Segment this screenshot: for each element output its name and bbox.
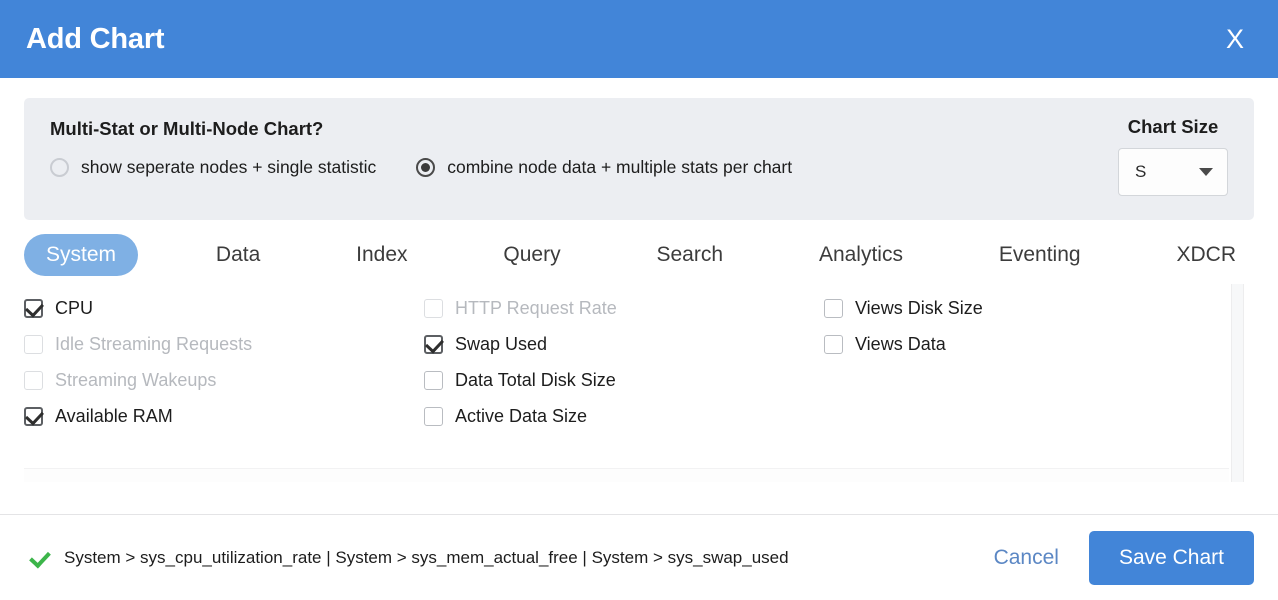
checkbox-row-views-disk-size[interactable]: Views Disk Size xyxy=(824,290,1254,326)
checkbox-icon-unchecked xyxy=(424,407,443,426)
checkbox-icon-unchecked xyxy=(824,335,843,354)
dialog-header: Add Chart X xyxy=(0,0,1278,78)
checkbox-label: Available RAM xyxy=(55,406,173,427)
checkbox-label: Swap Used xyxy=(455,334,547,355)
stats-column-1: CPU Idle Streaming Requests Streaming Wa… xyxy=(24,290,424,434)
tab-index[interactable]: Index xyxy=(338,234,425,276)
checkbox-icon-disabled xyxy=(24,371,43,390)
tab-eventing[interactable]: Eventing xyxy=(981,234,1099,276)
checkbox-row-idle-streaming-requests: Idle Streaming Requests xyxy=(24,326,424,362)
chart-size-label: Chart Size xyxy=(1118,116,1228,138)
checkbox-icon-unchecked xyxy=(824,299,843,318)
radio-label-separate-nodes: show seperate nodes + single statistic xyxy=(81,157,376,178)
tab-query[interactable]: Query xyxy=(485,234,578,276)
tab-analytics[interactable]: Analytics xyxy=(801,234,921,276)
checkbox-row-swap-used[interactable]: Swap Used xyxy=(424,326,824,362)
tab-xdcr[interactable]: XDCR xyxy=(1158,234,1254,276)
checkbox-label: Views Disk Size xyxy=(855,298,983,319)
close-icon[interactable]: X xyxy=(1220,24,1250,55)
checkbox-icon-checked xyxy=(24,407,43,426)
radio-option-separate-nodes[interactable]: show seperate nodes + single statistic xyxy=(50,157,376,178)
checkbox-row-available-ram[interactable]: Available RAM xyxy=(24,398,424,434)
checkbox-label: Idle Streaming Requests xyxy=(55,334,252,355)
checkbox-icon-checked xyxy=(24,299,43,318)
chart-options-panel: Multi-Stat or Multi-Node Chart? show sep… xyxy=(24,98,1254,220)
checkbox-row-active-data-size[interactable]: Active Data Size xyxy=(424,398,824,434)
chart-size-control: Chart Size S xyxy=(1118,116,1232,196)
add-chart-dialog: Add Chart X Multi-Stat or Multi-Node Cha… xyxy=(0,0,1278,600)
dialog-body: Multi-Stat or Multi-Node Chart? show sep… xyxy=(0,78,1278,514)
chart-size-select[interactable]: S xyxy=(1118,148,1228,196)
radio-label-combine-nodes: combine node data + multiple stats per c… xyxy=(447,157,792,178)
chart-size-value: S xyxy=(1135,162,1146,182)
cancel-button[interactable]: Cancel xyxy=(980,540,1073,576)
multi-stat-options: Multi-Stat or Multi-Node Chart? show sep… xyxy=(50,116,792,178)
checkbox-row-cpu[interactable]: CPU xyxy=(24,290,424,326)
checkbox-icon-checked xyxy=(424,335,443,354)
checkbox-row-streaming-wakeups: Streaming Wakeups xyxy=(24,362,424,398)
check-icon xyxy=(28,549,50,567)
checkbox-icon-disabled xyxy=(24,335,43,354)
tab-data[interactable]: Data xyxy=(198,234,278,276)
stats-checkbox-area: CPU Idle Streaming Requests Streaming Wa… xyxy=(24,284,1254,482)
stats-grid: CPU Idle Streaming Requests Streaming Wa… xyxy=(24,284,1254,434)
status-text: System > sys_cpu_utilization_rate | Syst… xyxy=(64,548,789,568)
chevron-down-icon xyxy=(1199,168,1213,176)
selection-status: System > sys_cpu_utilization_rate | Syst… xyxy=(28,548,964,568)
checkbox-icon-disabled xyxy=(424,299,443,318)
checkbox-label: Streaming Wakeups xyxy=(55,370,216,391)
radio-icon-selected xyxy=(416,158,435,177)
dialog-footer: System > sys_cpu_utilization_rate | Syst… xyxy=(0,514,1278,600)
checkbox-label: Active Data Size xyxy=(455,406,587,427)
checkbox-label: Views Data xyxy=(855,334,946,355)
checkbox-label: Data Total Disk Size xyxy=(455,370,616,391)
checkbox-row-data-total-disk-size[interactable]: Data Total Disk Size xyxy=(424,362,824,398)
stats-bottom-strip xyxy=(24,468,1229,482)
radio-group: show seperate nodes + single statistic c… xyxy=(50,157,792,178)
checkbox-row-views-data[interactable]: Views Data xyxy=(824,326,1254,362)
stats-scrollbar[interactable] xyxy=(1231,284,1244,482)
tab-search[interactable]: Search xyxy=(639,234,742,276)
save-chart-button[interactable]: Save Chart xyxy=(1089,531,1254,585)
radio-option-combine-nodes[interactable]: combine node data + multiple stats per c… xyxy=(416,157,792,178)
checkbox-label: HTTP Request Rate xyxy=(455,298,617,319)
page-title: Add Chart xyxy=(26,23,164,56)
radio-icon-unselected xyxy=(50,158,69,177)
checkbox-row-http-request-rate: HTTP Request Rate xyxy=(424,290,824,326)
stats-column-3: Views Disk Size Views Data xyxy=(824,290,1254,434)
checkbox-label: CPU xyxy=(55,298,93,319)
multi-stat-question: Multi-Stat or Multi-Node Chart? xyxy=(50,118,792,140)
category-tabs: System Data Index Query Search Analytics… xyxy=(24,234,1254,276)
stats-column-2: HTTP Request Rate Swap Used Data Total D… xyxy=(424,290,824,434)
checkbox-icon-unchecked xyxy=(424,371,443,390)
tab-system[interactable]: System xyxy=(24,234,138,276)
